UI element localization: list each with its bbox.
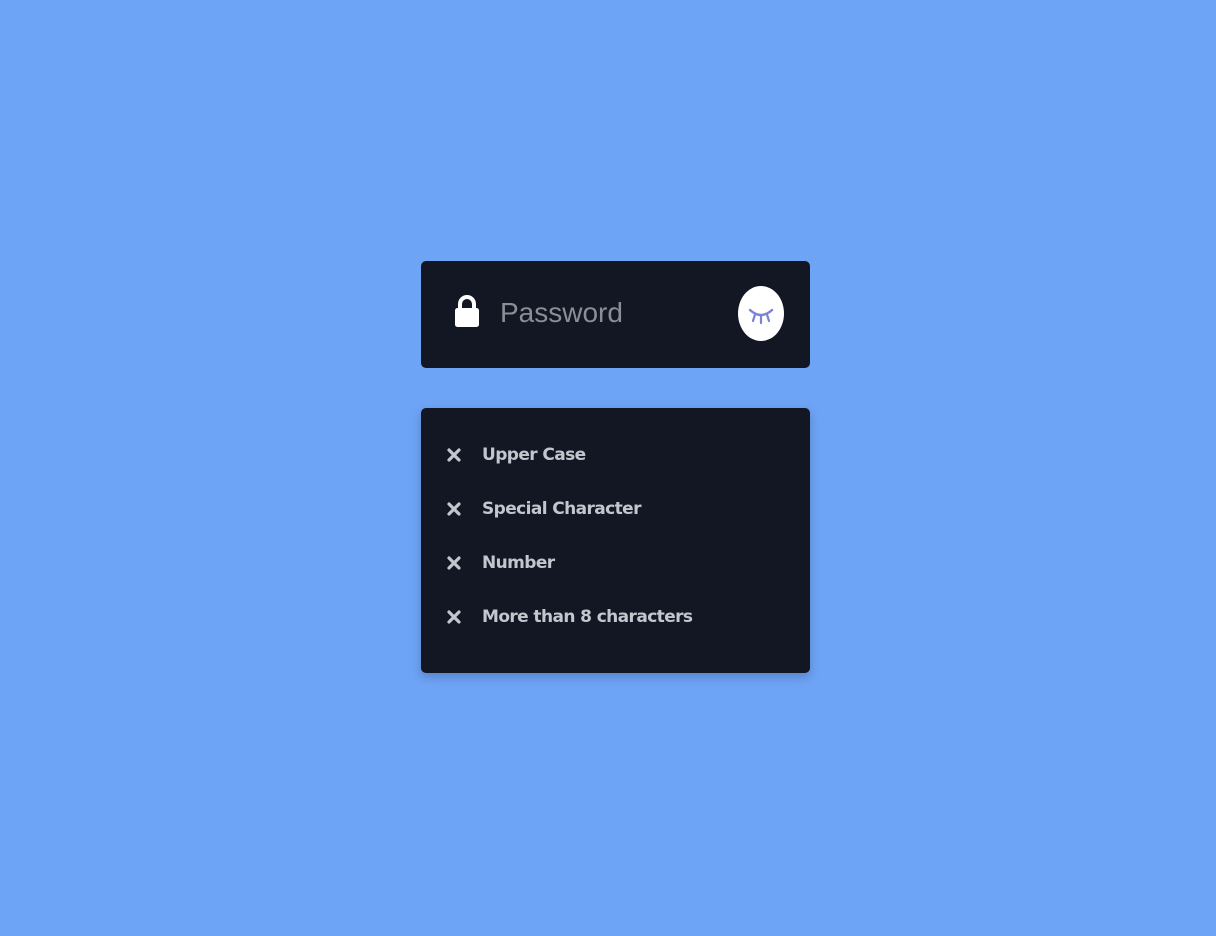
toggle-visibility-button[interactable]: [738, 286, 784, 341]
eye-closed-icon: [748, 308, 774, 324]
requirement-item: More than 8 characters: [446, 605, 693, 629]
requirement-item: Number: [446, 551, 555, 575]
x-icon: [447, 448, 461, 462]
lock-icon: [455, 295, 479, 327]
requirement-label: More than 8 characters: [482, 607, 693, 627]
x-icon: [447, 610, 461, 624]
requirement-label: Number: [482, 553, 555, 573]
requirement-label: Special Character: [482, 499, 641, 519]
requirement-item: Upper Case: [446, 443, 586, 467]
requirement-item: Special Character: [446, 497, 641, 521]
x-icon: [447, 502, 461, 516]
password-input[interactable]: [500, 290, 720, 336]
x-icon: [447, 556, 461, 570]
requirement-label: Upper Case: [482, 445, 586, 465]
